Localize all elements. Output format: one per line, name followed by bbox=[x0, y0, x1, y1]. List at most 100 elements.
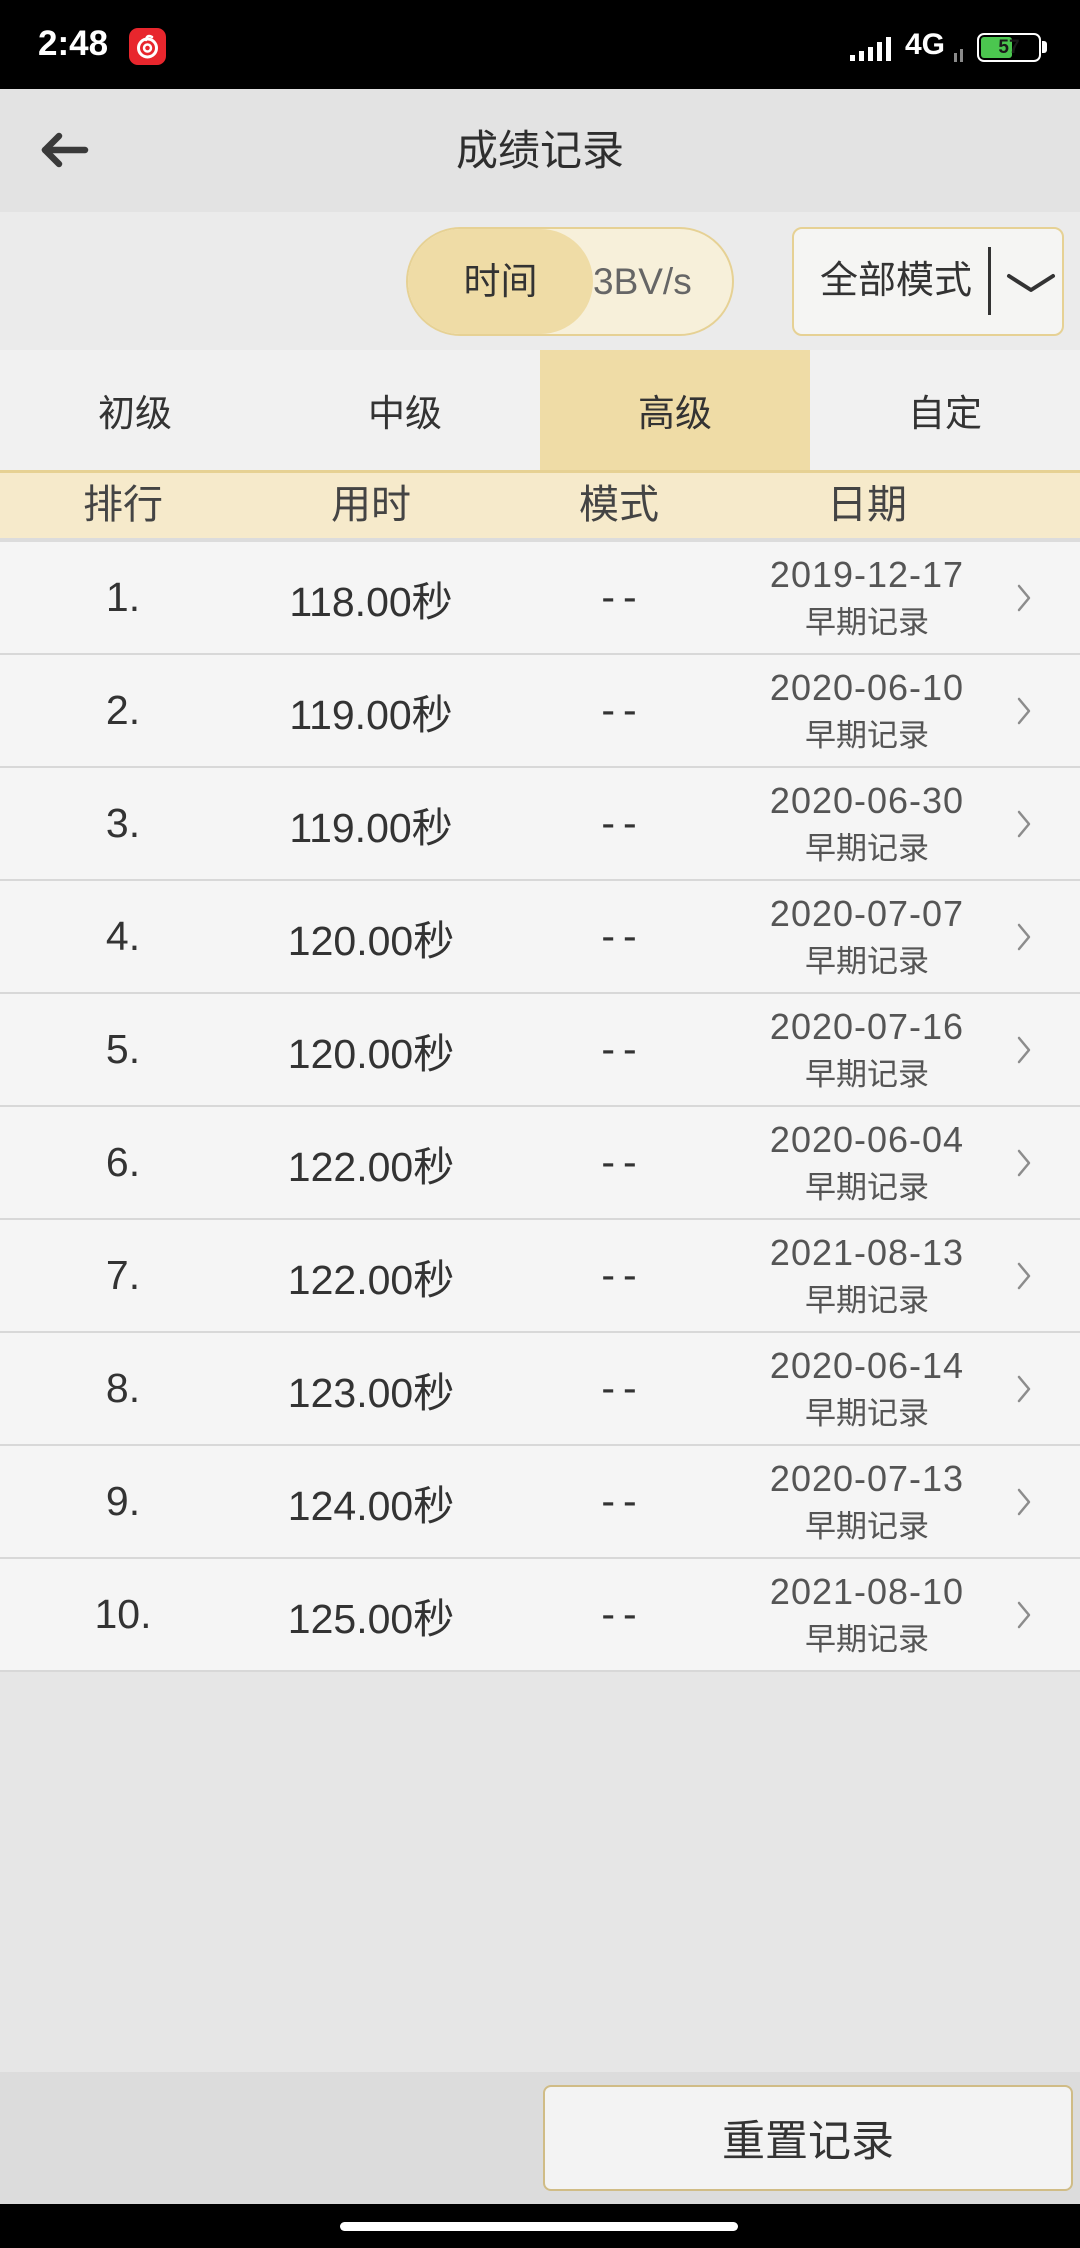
tab-custom[interactable]: 自定 bbox=[810, 350, 1080, 470]
level-tabs: 初级 中级 高级 自定 bbox=[0, 350, 1080, 473]
row-chevron bbox=[992, 696, 1056, 726]
table-row[interactable]: 9. 124.00秒 -- 2020-07-13 早期记录 bbox=[0, 1446, 1080, 1559]
table-row[interactable]: 5. 120.00秒 -- 2020-07-16 早期记录 bbox=[0, 994, 1080, 1107]
table-row[interactable]: 3. 119.00秒 -- 2020-06-30 早期记录 bbox=[0, 768, 1080, 881]
date-text: 2020-06-10 bbox=[769, 666, 965, 708]
column-header-time: 用时 bbox=[331, 483, 411, 527]
netease-cloud-music-icon bbox=[129, 28, 166, 65]
table-row[interactable]: 4. 120.00秒 -- 2020-07-07 早期记录 bbox=[0, 881, 1080, 994]
date-cell: 2021-08-13 早期记录 bbox=[742, 1231, 992, 1321]
date-cell: 2020-06-10 早期记录 bbox=[742, 666, 992, 756]
filter-toolbar: 时间 3BV/s 全部模式 bbox=[0, 212, 1080, 350]
mode-cell: -- bbox=[601, 800, 645, 846]
row-chevron bbox=[992, 1487, 1056, 1517]
rank-cell: 4. bbox=[105, 913, 141, 959]
column-header-date: 日期 bbox=[827, 483, 907, 527]
rank-cell: 2. bbox=[105, 687, 141, 733]
battery-nub bbox=[1042, 41, 1047, 53]
status-bar: 2:48 4G 57 bbox=[0, 0, 1080, 89]
time-cell: 125.00秒 bbox=[287, 1595, 455, 1642]
table-row[interactable]: 1. 118.00秒 -- 2019-12-17 早期记录 bbox=[0, 542, 1080, 655]
table-row[interactable]: 8. 123.00秒 -- 2020-06-14 早期记录 bbox=[0, 1333, 1080, 1446]
rank-cell: 1. bbox=[105, 574, 141, 620]
reset-records-button[interactable]: 重置记录 bbox=[543, 2085, 1073, 2191]
date-cell: 2020-07-13 早期记录 bbox=[742, 1457, 992, 1547]
chevron-right-icon bbox=[1017, 1149, 1031, 1176]
record-note: 早期记录 bbox=[805, 1056, 929, 1092]
records-list: 1. 118.00秒 -- 2019-12-17 早期记录 2. 119.00秒… bbox=[0, 538, 1080, 1672]
mode-cell: -- bbox=[601, 574, 645, 620]
chevron-right-icon bbox=[1017, 1036, 1031, 1063]
row-chevron bbox=[992, 1374, 1056, 1404]
sort-by-3bvs-option[interactable]: 3BV/s bbox=[591, 229, 732, 334]
time-cell: 118.00秒 bbox=[289, 578, 453, 625]
signal-icon bbox=[850, 37, 891, 61]
mode-cell: -- bbox=[601, 687, 645, 733]
bottom-action-bar: 重置记录 bbox=[0, 2072, 1080, 2204]
date-text: 2019-12-17 bbox=[769, 553, 965, 595]
date-cell: 2020-07-16 早期记录 bbox=[742, 1005, 992, 1095]
time-cell: 119.00秒 bbox=[289, 804, 453, 851]
mode-cell: -- bbox=[601, 1252, 645, 1298]
row-chevron bbox=[992, 809, 1056, 839]
record-note: 早期记录 bbox=[805, 1169, 929, 1205]
record-note: 早期记录 bbox=[805, 604, 929, 640]
home-indicator[interactable] bbox=[340, 2222, 738, 2231]
chevron-right-icon bbox=[1017, 1375, 1031, 1402]
back-button[interactable] bbox=[28, 115, 98, 185]
arrow-left-icon bbox=[41, 132, 89, 168]
record-note: 早期记录 bbox=[805, 717, 929, 753]
date-cell: 2020-07-07 早期记录 bbox=[742, 892, 992, 982]
column-header-mode: 模式 bbox=[579, 483, 659, 527]
rank-cell: 10. bbox=[94, 1591, 152, 1637]
date-text: 2020-06-14 bbox=[769, 1344, 965, 1386]
tab-beginner[interactable]: 初级 bbox=[0, 350, 270, 470]
rank-cell: 6. bbox=[105, 1139, 141, 1185]
chevron-right-icon bbox=[1017, 584, 1031, 611]
date-text: 2021-08-13 bbox=[769, 1231, 965, 1273]
time-cell: 120.00秒 bbox=[287, 1030, 455, 1077]
rank-cell: 5. bbox=[105, 1026, 141, 1072]
chevron-right-icon bbox=[1017, 1262, 1031, 1289]
date-cell: 2020-06-30 早期记录 bbox=[742, 779, 992, 869]
date-text: 2020-06-30 bbox=[769, 779, 965, 821]
row-chevron bbox=[992, 1600, 1056, 1630]
rank-cell: 7. bbox=[105, 1252, 141, 1298]
table-row[interactable]: 10. 125.00秒 -- 2021-08-10 早期记录 bbox=[0, 1559, 1080, 1672]
mode-cell: -- bbox=[601, 913, 645, 959]
mode-select-value: 全部模式 bbox=[820, 260, 973, 302]
chevron-right-icon bbox=[1017, 697, 1031, 724]
record-note: 早期记录 bbox=[805, 943, 929, 979]
mode-select-divider bbox=[988, 247, 991, 315]
rank-cell: 3. bbox=[105, 800, 141, 846]
mode-select[interactable]: 全部模式 bbox=[792, 227, 1064, 336]
row-chevron bbox=[992, 583, 1056, 613]
record-note: 早期记录 bbox=[805, 1621, 929, 1657]
time-cell: 123.00秒 bbox=[287, 1369, 455, 1416]
mode-cell: -- bbox=[601, 1478, 645, 1524]
time-cell: 120.00秒 bbox=[287, 917, 455, 964]
column-header-rank: 排行 bbox=[83, 483, 163, 527]
status-time: 2:48 bbox=[38, 24, 109, 63]
rank-cell: 8. bbox=[105, 1365, 141, 1411]
tab-intermediate[interactable]: 中级 bbox=[270, 350, 540, 470]
row-chevron bbox=[992, 1035, 1056, 1065]
table-row[interactable]: 6. 122.00秒 -- 2020-06-04 早期记录 bbox=[0, 1107, 1080, 1220]
record-note: 早期记录 bbox=[805, 1282, 929, 1318]
table-row[interactable]: 2. 119.00秒 -- 2020-06-10 早期记录 bbox=[0, 655, 1080, 768]
date-cell: 2019-12-17 早期记录 bbox=[742, 553, 992, 643]
battery-icon: 57 bbox=[977, 33, 1041, 62]
time-cell: 119.00秒 bbox=[289, 691, 453, 738]
record-note: 早期记录 bbox=[805, 1508, 929, 1544]
time-cell: 122.00秒 bbox=[287, 1143, 455, 1190]
mode-cell: -- bbox=[601, 1139, 645, 1185]
table-header: 排行 用时 模式 日期 bbox=[0, 473, 1080, 538]
record-note: 早期记录 bbox=[805, 1395, 929, 1431]
app-header: 成绩记录 bbox=[0, 89, 1080, 212]
sort-by-time-option[interactable]: 时间 bbox=[408, 229, 593, 334]
tab-expert[interactable]: 高级 bbox=[540, 350, 810, 470]
sort-toggle[interactable]: 时间 3BV/s bbox=[406, 227, 734, 336]
date-text: 2021-08-10 bbox=[769, 1570, 965, 1612]
table-row[interactable]: 7. 122.00秒 -- 2021-08-13 早期记录 bbox=[0, 1220, 1080, 1333]
row-chevron bbox=[992, 922, 1056, 952]
